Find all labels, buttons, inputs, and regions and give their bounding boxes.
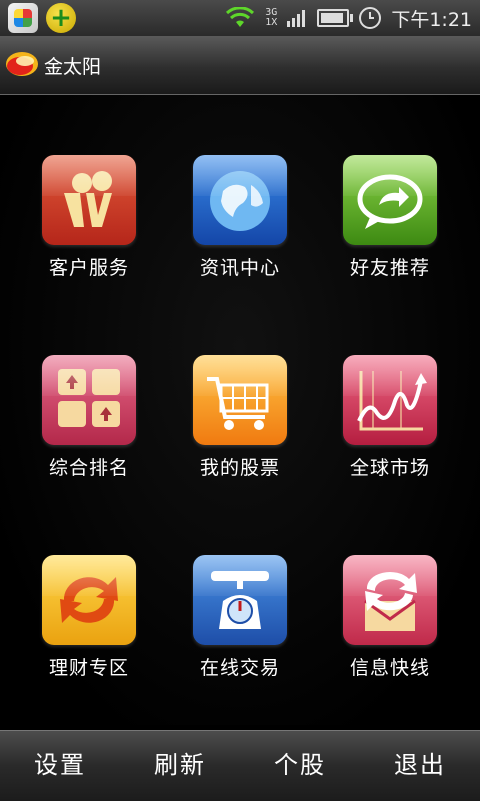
stock-button[interactable]: 个股 <box>240 731 360 801</box>
menu-item-info-express[interactable]: 信息快线 <box>315 555 465 680</box>
network-indicator: 3G 1X <box>265 8 277 28</box>
exchange-arrows-icon <box>42 555 136 645</box>
app-launcher-icon[interactable] <box>8 3 38 33</box>
add-app-icon[interactable]: + <box>46 3 76 33</box>
app-title: 金太阳 <box>44 56 102 78</box>
status-time: 下午1:21 <box>391 8 472 31</box>
menu-item-ranking[interactable]: 综合排名 <box>14 355 164 480</box>
sun-logo <box>6 52 38 76</box>
share-chat-icon <box>343 155 437 245</box>
globe-icon <box>193 155 287 245</box>
menu-label: 在线交易 <box>199 657 280 679</box>
battery-icon <box>317 9 354 27</box>
wifi-icon <box>226 7 255 27</box>
menu-item-wealth-zone[interactable]: 理财专区 <box>14 555 164 680</box>
menu-item-customer-service[interactable]: 客户服务 <box>14 155 164 280</box>
menu-label: 综合排名 <box>48 457 129 479</box>
mail-refresh-icon <box>343 555 437 645</box>
exit-button[interactable]: 退出 <box>360 731 480 801</box>
menu-item-online-trading[interactable]: 在线交易 <box>165 555 315 680</box>
title-bar: 金太阳 <box>0 36 480 95</box>
bottom-menu-bar: 设置 刷新 个股 退出 <box>0 730 480 801</box>
ranking-icon <box>42 355 136 445</box>
menu-label: 我的股票 <box>199 457 280 479</box>
signal-icon <box>287 10 306 27</box>
menu-item-friend-recommend[interactable]: 好友推荐 <box>315 155 465 280</box>
main-menu-grid: 客户服务 资讯中心 好友推荐 综合排名 我的股票 全球市场 理财专区 在线交易 … <box>0 95 480 725</box>
alarm-icon <box>359 7 382 29</box>
refresh-button[interactable]: 刷新 <box>120 731 240 801</box>
network-1x: 1X <box>265 17 278 28</box>
status-bar: + 3G 1X 下午1:21 <box>0 0 480 36</box>
menu-label: 信息快线 <box>349 657 430 679</box>
menu-label: 理财专区 <box>48 657 129 679</box>
scale-icon <box>193 555 287 645</box>
customer-service-icon <box>42 155 136 245</box>
menu-item-my-stocks[interactable]: 我的股票 <box>165 355 315 480</box>
menu-label: 全球市场 <box>349 457 430 479</box>
menu-label: 客户服务 <box>48 257 129 279</box>
menu-item-global-market[interactable]: 全球市场 <box>315 355 465 480</box>
menu-label: 资讯中心 <box>199 257 280 279</box>
market-chart-icon <box>343 355 437 445</box>
shopping-cart-icon <box>193 355 287 445</box>
menu-label: 好友推荐 <box>349 257 430 279</box>
menu-item-news-center[interactable]: 资讯中心 <box>165 155 315 280</box>
settings-button[interactable]: 设置 <box>0 731 120 801</box>
